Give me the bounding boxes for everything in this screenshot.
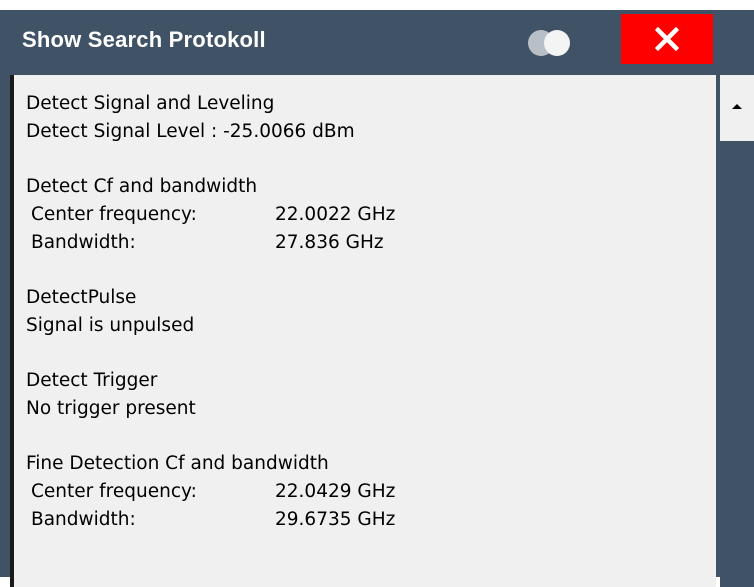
toggle-icon[interactable]	[528, 30, 582, 56]
log-line: No trigger present	[26, 398, 196, 419]
log-row-label: Center frequency:	[31, 204, 197, 225]
log-row: Center frequency: 22.0022 GHz	[26, 201, 395, 229]
log-line: Detect Signal Level : -25.0066 dBm	[26, 121, 355, 142]
section-heading: Detect Signal and Leveling	[26, 93, 275, 114]
section-heading: Detect Trigger	[26, 370, 158, 391]
protocol-log-text: Detect Signal and Leveling Detect Signal…	[26, 90, 395, 534]
log-row-value: 29.6735 GHz	[275, 509, 396, 530]
search-protocol-dialog: Show Search Protokoll Detect Signal and …	[0, 0, 754, 587]
title-bar: Show Search Protokoll	[0, 10, 754, 72]
vertical-scrollbar[interactable]	[720, 75, 754, 587]
log-row-label: Bandwidth:	[31, 509, 136, 530]
close-icon	[655, 27, 679, 51]
log-row-value: 27.836 GHz	[275, 232, 384, 253]
section-heading: Fine Detection Cf and bandwidth	[26, 453, 329, 474]
log-row: Bandwidth: 27.836 GHz	[26, 229, 395, 257]
log-row: Bandwidth: 29.6735 GHz	[26, 506, 395, 534]
triangle-up-icon	[732, 104, 742, 109]
log-row-value: 22.0429 GHz	[275, 481, 396, 502]
protocol-log-panel: Detect Signal and Leveling Detect Signal…	[10, 75, 716, 587]
log-row: Center frequency: 22.0429 GHz	[26, 478, 395, 506]
section-heading: Detect Cf and bandwidth	[26, 176, 258, 197]
log-row-label: Bandwidth:	[31, 232, 136, 253]
section-heading: DetectPulse	[26, 287, 137, 308]
scroll-up-button[interactable]	[720, 75, 754, 141]
log-line: Signal is unpulsed	[26, 315, 195, 336]
log-row-label: Center frequency:	[31, 481, 197, 502]
toggle-knob-front	[544, 30, 570, 56]
scrollbar-thumb[interactable]	[720, 141, 754, 587]
dialog-title: Show Search Protokoll	[22, 27, 266, 52]
log-row-value: 22.0022 GHz	[275, 204, 396, 225]
close-button[interactable]	[621, 14, 713, 64]
